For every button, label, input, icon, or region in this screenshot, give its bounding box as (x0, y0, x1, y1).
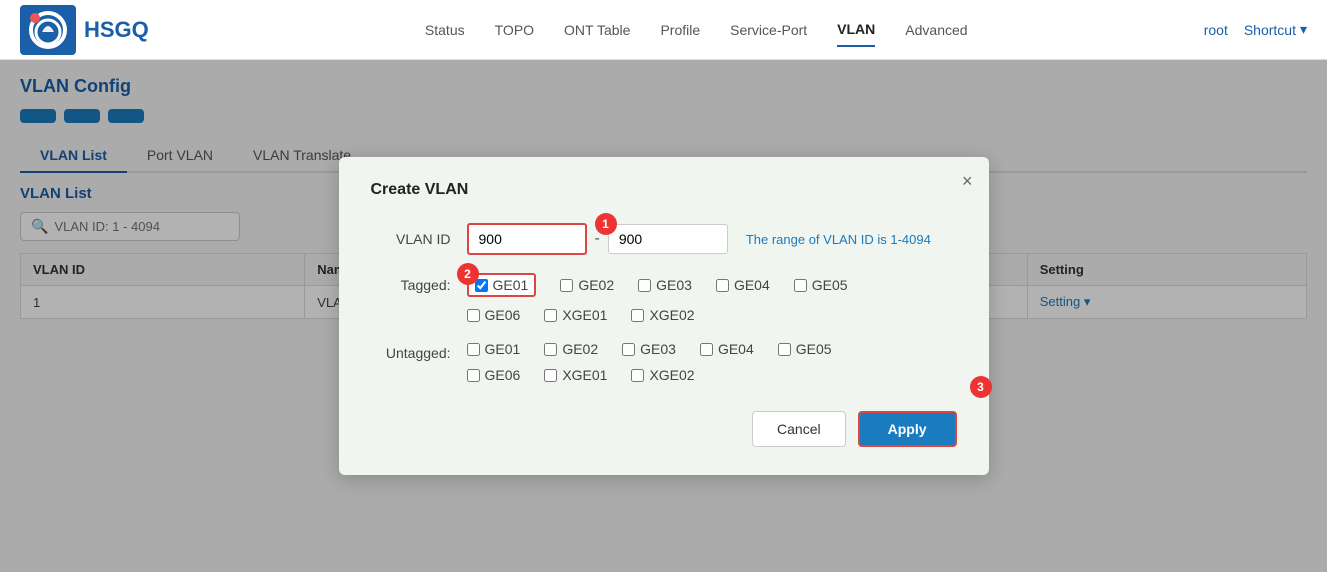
tagged-ge04-checkbox[interactable] (716, 279, 729, 292)
nav-service-port[interactable]: Service-Port (730, 14, 807, 46)
untagged-ge04-label: GE04 (700, 341, 754, 357)
tagged-ge02-checkbox[interactable] (560, 279, 573, 292)
untagged-ge02-label: GE02 (544, 341, 598, 357)
tagged-ports-row2: GE06 XGE01 XGE02 (467, 307, 957, 323)
nav-status[interactable]: Status (425, 14, 465, 46)
tagged-xge02-label: XGE02 (631, 307, 694, 323)
tagged-ports-group: GE01 2 GE02 GE03 (467, 273, 957, 323)
tagged-xge01-label: XGE01 (544, 307, 607, 323)
untagged-ports-group: GE01 GE02 GE03 GE04 (467, 341, 957, 383)
nav-advanced[interactable]: Advanced (905, 14, 967, 46)
untagged-ports-row2: GE06 XGE01 XGE02 (467, 367, 957, 383)
untagged-ge06-checkbox[interactable] (467, 369, 480, 382)
apply-button-wrap: Apply 3 (858, 411, 957, 447)
tagged-ge03-label: GE03 (638, 273, 692, 297)
untagged-ge03-label: GE03 (622, 341, 676, 357)
tagged-row: Tagged: GE01 2 GE02 (371, 273, 957, 323)
header: HSGQ Status TOPO ONT Table Profile Servi… (0, 0, 1327, 60)
untagged-ge04-checkbox[interactable] (700, 343, 713, 356)
tagged-ge01-text: GE01 (493, 277, 529, 293)
untagged-ge01-label: GE01 (467, 341, 521, 357)
tagged-label: Tagged: (371, 273, 451, 293)
tagged-ge06-checkbox[interactable] (467, 309, 480, 322)
untagged-label: Untagged: (371, 341, 451, 361)
untagged-row: Untagged: GE01 GE02 GE03 (371, 341, 957, 383)
step-badge-1: 1 (595, 213, 617, 235)
apply-button[interactable]: Apply (858, 411, 957, 447)
cancel-button[interactable]: Cancel (752, 411, 846, 447)
tagged-xge01-checkbox[interactable] (544, 309, 557, 322)
nav-right: root Shortcut ▾ (1204, 21, 1307, 38)
tagged-ge05-label: GE05 (794, 273, 848, 297)
untagged-ge06-label: GE06 (467, 367, 521, 383)
untagged-xge02-checkbox[interactable] (631, 369, 644, 382)
nav-menu: Status TOPO ONT Table Profile Service-Po… (189, 13, 1204, 47)
vlan-id-group: 1 - The range of VLAN ID is 1-4094 (467, 223, 931, 255)
tagged-xge02-checkbox[interactable] (631, 309, 644, 322)
user-link[interactable]: root (1204, 22, 1228, 38)
logo-dot (30, 13, 40, 23)
nav-topo[interactable]: TOPO (495, 14, 534, 46)
step-badge-3: 3 (970, 376, 992, 398)
modal-footer: Cancel Apply 3 (371, 411, 957, 447)
create-vlan-modal: Create VLAN × VLAN ID 1 - The range of V… (339, 157, 989, 475)
untagged-xge01-label: XGE01 (544, 367, 607, 383)
vlan-id-start-input[interactable] (467, 223, 587, 255)
step-badge-2: 2 (457, 263, 479, 285)
nav-ont-table[interactable]: ONT Table (564, 14, 630, 46)
modal-close-button[interactable]: × (962, 171, 973, 192)
brand-name: HSGQ (84, 17, 149, 43)
untagged-ge03-checkbox[interactable] (622, 343, 635, 356)
tagged-ge01-wrap: GE01 2 (467, 273, 537, 297)
shortcut-link[interactable]: Shortcut ▾ (1244, 21, 1307, 38)
tagged-ports-row1: GE01 2 GE02 GE03 (467, 273, 957, 297)
logo-area: HSGQ (20, 5, 149, 55)
nav-profile[interactable]: Profile (660, 14, 700, 46)
untagged-ge01-checkbox[interactable] (467, 343, 480, 356)
vlan-id-label: VLAN ID (371, 231, 451, 247)
vlan-id-end-input[interactable] (608, 224, 728, 254)
untagged-ge05-checkbox[interactable] (778, 343, 791, 356)
modal-overlay: Create VLAN × VLAN ID 1 - The range of V… (0, 60, 1327, 572)
tagged-ge02-label: GE02 (560, 273, 614, 297)
tagged-ge05-checkbox[interactable] (794, 279, 807, 292)
modal-title: Create VLAN (371, 181, 957, 199)
untagged-xge01-checkbox[interactable] (544, 369, 557, 382)
vlan-id-hint: The range of VLAN ID is 1-4094 (746, 232, 931, 247)
untagged-ge05-label: GE05 (778, 341, 832, 357)
chevron-down-icon: ▾ (1300, 21, 1307, 38)
untagged-xge02-label: XGE02 (631, 367, 694, 383)
vlan-id-start-wrap: 1 (467, 223, 587, 255)
logo-icon (20, 5, 76, 55)
nav-vlan[interactable]: VLAN (837, 13, 875, 47)
untagged-ge02-checkbox[interactable] (544, 343, 557, 356)
tagged-ge03-checkbox[interactable] (638, 279, 651, 292)
page-content: VLAN Config VLAN List Port VLAN VLAN Tra… (0, 60, 1327, 572)
tagged-ge06-label: GE06 (467, 307, 521, 323)
untagged-ports-row1: GE01 GE02 GE03 GE04 (467, 341, 957, 357)
vlan-id-row: VLAN ID 1 - The range of VLAN ID is 1-40… (371, 223, 957, 255)
tagged-ge04-label: GE04 (716, 273, 770, 297)
